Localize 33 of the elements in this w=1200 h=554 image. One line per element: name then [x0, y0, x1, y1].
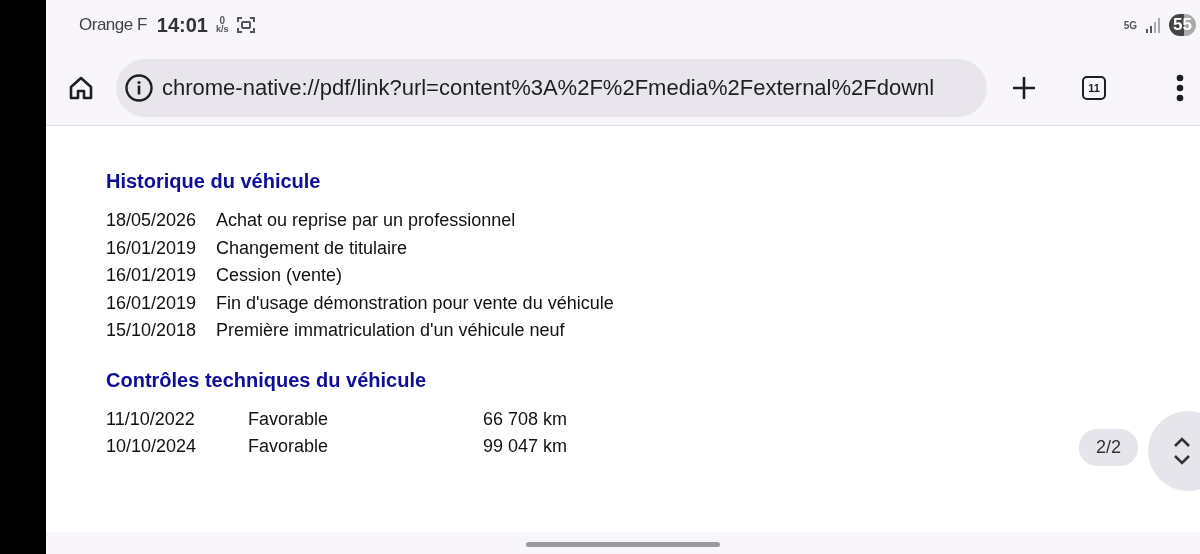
new-tab-icon[interactable] — [1011, 74, 1037, 101]
tab-switcher-button[interactable]: 11 — [1082, 75, 1106, 100]
signal-icon — [1145, 17, 1162, 33]
menu-icon[interactable] — [1176, 73, 1184, 102]
gesture-handle[interactable] — [526, 541, 720, 547]
table-cell-text: 16/01/2019 — [106, 264, 198, 287]
clock-time: 14:01 — [156, 13, 208, 37]
table-cell-text: 16/01/2019 — [106, 291, 198, 315]
section-heading: Contrôles techniques du véhicule — [106, 368, 428, 392]
network-speed: 0 k/s — [215, 16, 229, 34]
network-type: 5G — [1123, 19, 1138, 31]
carrier-name: Orange F — [79, 15, 147, 35]
page-indicator: 2/2 — [1079, 429, 1139, 466]
battery-indicator: 55 — [1169, 14, 1196, 36]
address-bar[interactable]: chrome-native://pdf/link?url=content%3A%2F%2Fmedia%2Fexternal%2Fdownl — [116, 58, 987, 117]
screenshot-icon — [236, 16, 257, 34]
table-cell-text: 99 047 km — [483, 435, 568, 458]
table-cell-text: Cession (vente) — [216, 264, 343, 287]
table-cell-text: Achat ou reprise par un professionnel — [216, 209, 516, 232]
table-cell-text: Changement de titulaire — [216, 236, 408, 260]
table-cell-text: Favorable — [248, 435, 330, 458]
table-cell-text: Fin d'usage démonstration pour vente du véhicule — [216, 291, 614, 315]
table-cell-text: 18/05/2026 — [106, 209, 198, 232]
home-icon[interactable] — [68, 74, 94, 101]
table-cell-text: Favorable — [248, 407, 330, 431]
table-cell-text: Première immatriculation d'un véhicule neuf — [216, 319, 565, 342]
table-cell-text: 16/01/2019 — [106, 236, 198, 260]
table-cell-text: 15/10/2018 — [106, 319, 198, 342]
table-cell-text: 11/10/2022 — [106, 407, 196, 431]
table-cell-text: 10/10/2024 — [106, 435, 198, 458]
info-icon[interactable] — [124, 72, 154, 103]
table-cell-text: 66 708 km — [483, 407, 568, 431]
section-heading: Historique du véhicule — [106, 170, 322, 193]
